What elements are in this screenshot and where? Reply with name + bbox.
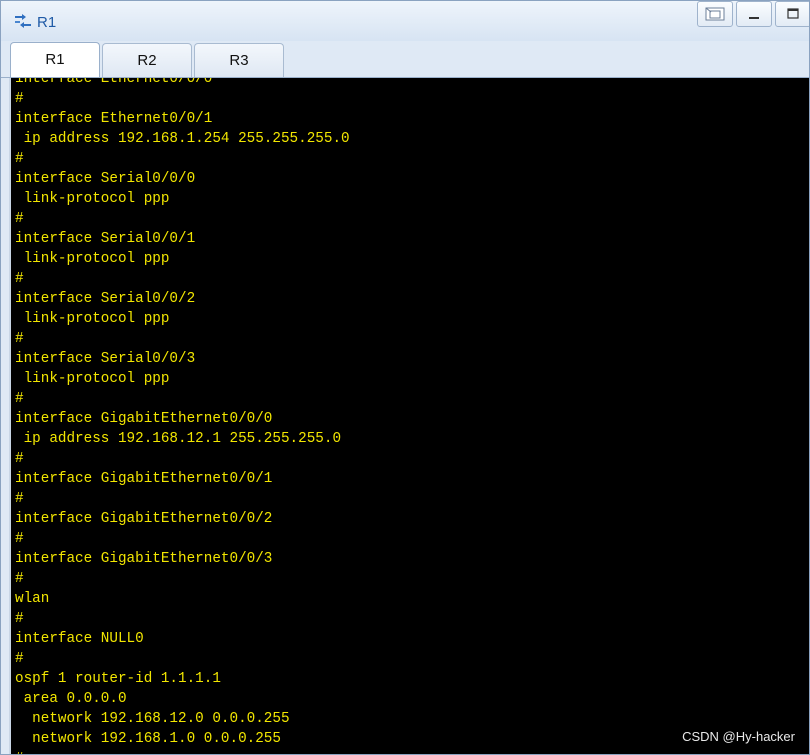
console-line: #	[15, 331, 24, 347]
device-tab-bar: R1 R2 R3	[1, 41, 809, 78]
console-line: link-protocol ppp	[15, 191, 170, 207]
console-line: interface Serial0/0/1	[15, 231, 196, 247]
tab-r3[interactable]: R3	[194, 43, 284, 77]
console-line: link-protocol ppp	[15, 311, 170, 327]
tab-r1[interactable]: R1	[10, 42, 100, 78]
console-line: interface GigabitEthernet0/0/0	[15, 411, 273, 427]
minimize-icon	[749, 17, 759, 19]
console-line: interface GigabitEthernet0/0/3	[15, 551, 273, 567]
maximize-icon	[787, 8, 799, 19]
title-bar[interactable]: R1	[1, 1, 809, 41]
tab-r2[interactable]: R2	[102, 43, 192, 77]
console-line: #	[15, 611, 24, 627]
console-line: #	[15, 571, 24, 587]
terminal-window: R1 R1 R2 R3 interface Ethernet0/0/0 # in…	[0, 0, 810, 755]
console-line: #	[15, 749, 350, 754]
console-line: #	[15, 91, 24, 107]
minimize-button[interactable]	[736, 1, 772, 27]
console-line: #	[15, 271, 24, 287]
console-line: wlan	[15, 591, 50, 607]
console-line: #	[15, 151, 24, 167]
console-output[interactable]: interface Ethernet0/0/0 # interface Ethern…	[9, 78, 809, 754]
router-app-icon	[15, 14, 31, 28]
console-line: ip address 192.168.12.1 255.255.255.0	[15, 431, 342, 447]
console-line: interface Serial0/0/0	[15, 171, 196, 187]
console-line: #	[15, 651, 24, 667]
console-line: interface Ethernet0/0/0	[15, 78, 213, 87]
console-line: #	[15, 491, 24, 507]
console-line: link-protocol ppp	[15, 251, 170, 267]
console-line: interface GigabitEthernet0/0/2	[15, 511, 273, 527]
window-title: R1	[37, 14, 57, 31]
restore-layout-icon	[705, 7, 725, 21]
console-line: ospf 1 router-id 1.1.1.1	[15, 671, 221, 687]
console-line: interface Serial0/0/2	[15, 291, 196, 307]
console-line: #	[15, 451, 24, 467]
console-line: network 192.168.12.0 0.0.0.255	[15, 711, 290, 727]
console-line: interface GigabitEthernet0/0/1	[15, 471, 273, 487]
console-line: network 192.168.1.0 0.0.0.255	[15, 731, 281, 747]
console-line: interface Serial0/0/3	[15, 351, 196, 367]
restore-layout-button[interactable]	[697, 1, 733, 27]
console-line: link-protocol ppp	[15, 371, 170, 387]
window-controls	[694, 1, 809, 29]
console-line: #	[15, 531, 24, 547]
maximize-button[interactable]	[775, 1, 809, 27]
console-lines: interface Ethernet0/0/0 # interface Ethern…	[15, 78, 350, 754]
console-line: ip address 192.168.1.254 255.255.255.0	[15, 131, 350, 147]
console-line: #	[15, 211, 24, 227]
console-line: area 0.0.0.0	[15, 691, 127, 707]
console-line: #	[15, 391, 24, 407]
console-line: interface Ethernet0/0/1	[15, 111, 213, 127]
watermark: CSDN @Hy-hacker	[682, 729, 795, 744]
console-line: interface NULL0	[15, 631, 144, 647]
